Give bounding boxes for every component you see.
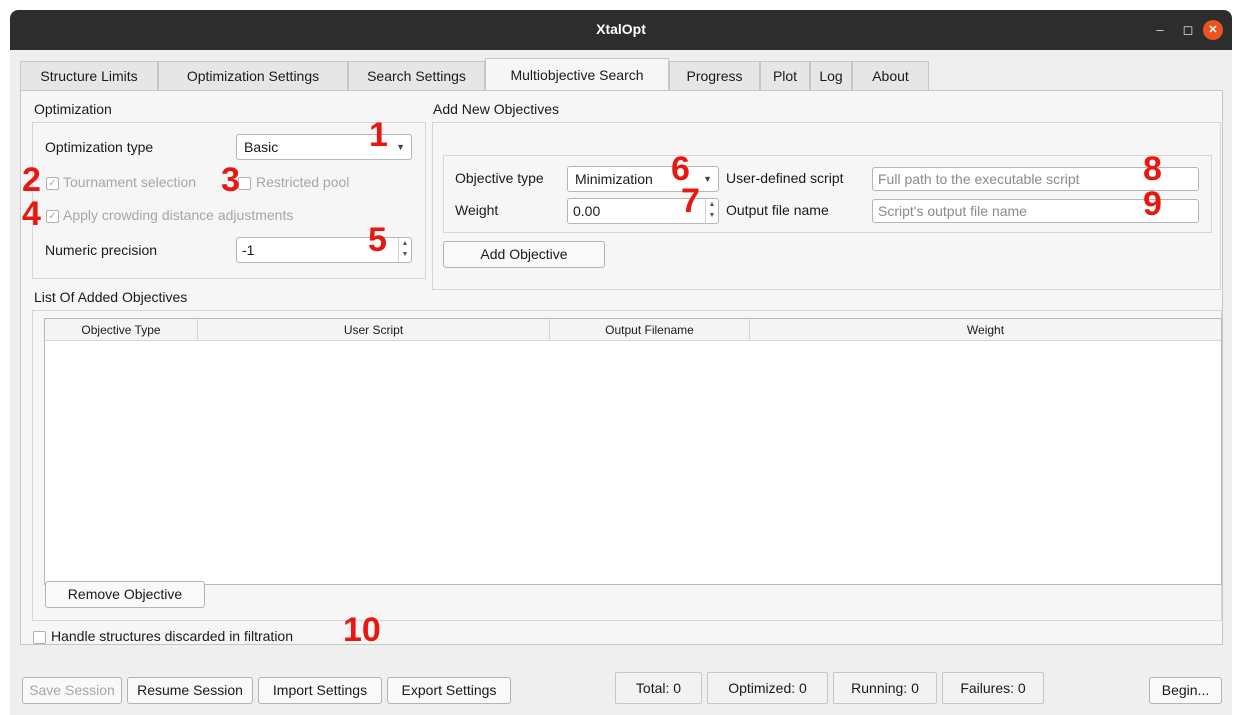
total-count: Total: 0 [615, 672, 702, 704]
annotation-9: 9 [1143, 185, 1162, 223]
add-objective-button[interactable]: Add Objective [443, 241, 605, 268]
remove-objective-button[interactable]: Remove Objective [45, 581, 205, 608]
app-window: XtalOpt – ◻ ✕ Structure Limits Optimizat… [10, 10, 1232, 715]
annotation-1: 1 [369, 116, 388, 154]
spin-arrows-icon[interactable]: ▲ ▼ [398, 238, 411, 262]
numeric-precision-label: Numeric precision [45, 242, 158, 258]
optimization-type-label: Optimization type [45, 139, 154, 155]
close-icon[interactable]: ✕ [1203, 20, 1223, 40]
optimized-count: Optimized: 0 [707, 672, 828, 704]
spin-arrows-icon[interactable]: ▲ ▼ [705, 199, 718, 223]
restricted-pool-label: Restricted pool [256, 174, 350, 190]
objective-type-label: Objective type [455, 170, 544, 186]
tab-log[interactable]: Log [810, 61, 852, 90]
optimization-type-value: Basic [244, 139, 279, 155]
tab-plot[interactable]: Plot [760, 61, 810, 90]
annotation-8: 8 [1143, 150, 1162, 188]
crowding-distance-label: Apply crowding distance adjustments [63, 207, 294, 223]
optimization-group-title: Optimization [34, 101, 112, 117]
export-settings-button[interactable]: Export Settings [387, 677, 511, 704]
objectives-list-title: List Of Added Objectives [34, 289, 188, 305]
annotation-10: 10 [343, 611, 381, 649]
begin-button[interactable]: Begin... [1149, 677, 1222, 704]
annotation-4: 4 [22, 195, 41, 233]
objective-type-value: Minimization [575, 171, 653, 187]
import-settings-button[interactable]: Import Settings [258, 677, 382, 704]
tab-search-settings[interactable]: Search Settings [348, 61, 485, 90]
running-count: Running: 0 [833, 672, 937, 704]
tab-optimization-settings[interactable]: Optimization Settings [158, 61, 348, 90]
annotation-7: 7 [681, 182, 700, 220]
add-objectives-group-title: Add New Objectives [433, 101, 560, 117]
objectives-table[interactable]: Objective Type User Script Output Filena… [44, 318, 1222, 585]
save-session-button[interactable]: Save Session [22, 677, 122, 704]
crowding-distance-checkbox: ✓ [46, 210, 59, 223]
filtration-label: Handle structures discarded in filtratio… [51, 628, 294, 644]
output-file-label: Output file name [726, 202, 829, 218]
tournament-selection-checkbox: ✓ [46, 177, 59, 190]
numeric-precision-value: -1 [242, 242, 255, 258]
annotation-3: 3 [221, 161, 240, 199]
tab-about[interactable]: About [852, 61, 929, 90]
tab-progress[interactable]: Progress [669, 61, 760, 90]
resume-session-button[interactable]: Resume Session [127, 677, 253, 704]
maximize-icon[interactable]: ◻ [1178, 20, 1198, 40]
chevron-down-icon: ▼ [703, 174, 712, 184]
annotation-2: 2 [22, 161, 41, 199]
weight-value: 0.00 [573, 203, 601, 219]
column-header-weight[interactable]: Weight [750, 319, 1221, 341]
tournament-selection-label: Tournament selection [63, 174, 197, 190]
minimize-icon[interactable]: – [1150, 20, 1170, 40]
chevron-down-icon: ▼ [396, 142, 405, 152]
user-script-label: User-defined script [726, 170, 844, 186]
restricted-pool-checkbox [238, 177, 251, 190]
column-header-objective-type[interactable]: Objective Type [45, 319, 198, 341]
annotation-6: 6 [671, 150, 690, 188]
filtration-checkbox[interactable] [33, 631, 46, 644]
column-header-user-script[interactable]: User Script [198, 319, 550, 341]
window-title: XtalOpt [596, 21, 646, 37]
annotation-5: 5 [368, 221, 387, 259]
column-header-output-filename[interactable]: Output Filename [550, 319, 750, 341]
failures-count: Failures: 0 [942, 672, 1044, 704]
tab-structure-limits[interactable]: Structure Limits [20, 61, 158, 90]
tab-multiobjective-search[interactable]: Multiobjective Search [485, 58, 669, 91]
weight-label: Weight [455, 202, 499, 218]
title-bar[interactable]: XtalOpt – ◻ ✕ [10, 10, 1232, 50]
